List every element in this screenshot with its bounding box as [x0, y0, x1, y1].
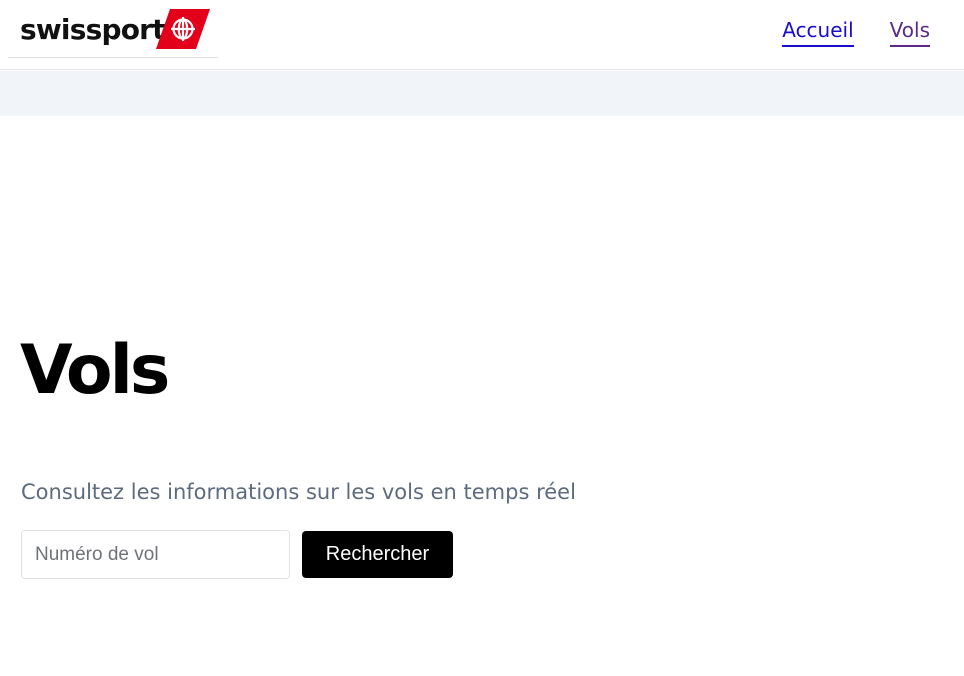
nav-link-home[interactable]: Accueil — [782, 15, 854, 47]
flight-number-input[interactable] — [21, 530, 290, 579]
brand-logo[interactable]: swissport — [8, 0, 218, 58]
page-title: Vols — [20, 331, 170, 410]
brand-wordmark: swissport — [20, 13, 166, 46]
swissport-globe-flag-icon — [156, 9, 210, 49]
nav-link-flights[interactable]: Vols — [889, 15, 930, 47]
header-band — [0, 71, 964, 116]
site-header: swissport Accueil Vols — [0, 0, 964, 70]
page-subtitle: Consultez les informations sur les vols … — [21, 480, 576, 504]
search-button[interactable]: Rechercher — [302, 531, 453, 578]
main-nav: Accueil Vols — [782, 14, 930, 48]
